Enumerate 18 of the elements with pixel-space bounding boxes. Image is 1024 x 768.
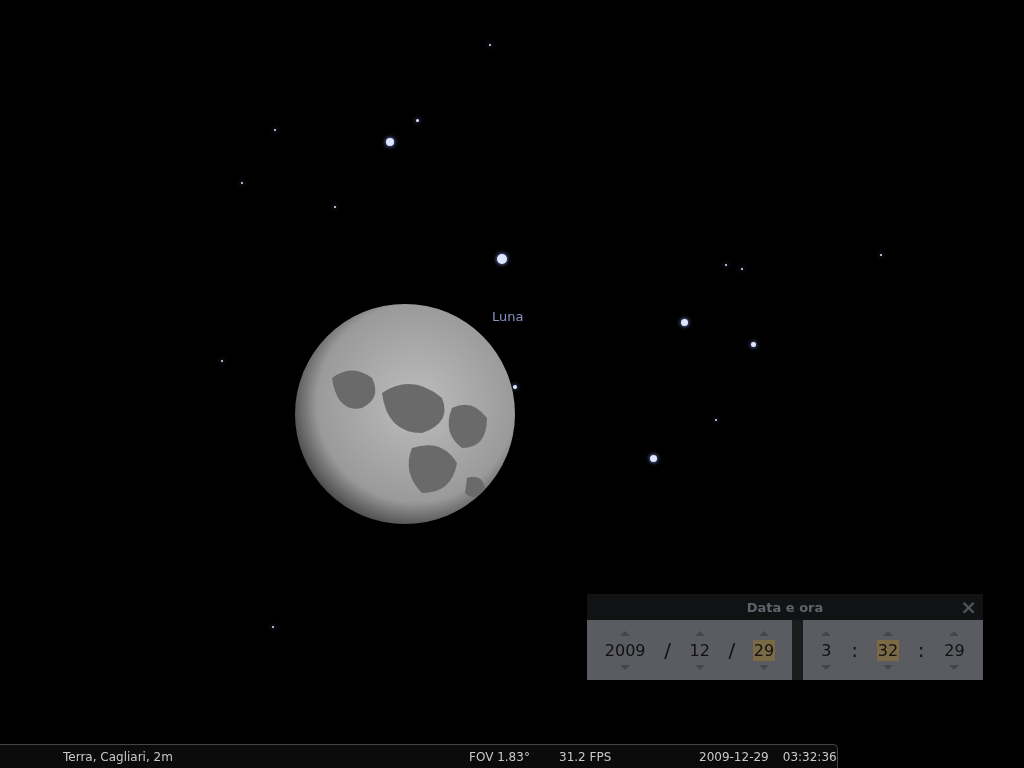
moon-label: Luna (492, 309, 524, 324)
fov-text: FOV 1.83° (469, 749, 531, 764)
separator: : (851, 638, 858, 662)
dialog-title: Data e ora (746, 599, 824, 615)
separator: / (728, 638, 736, 662)
spin-field[interactable]: 29 (752, 639, 776, 661)
separator: : (917, 638, 925, 662)
spin-field[interactable]: 12 (688, 639, 711, 661)
separator: / (664, 638, 671, 662)
spin-field[interactable]: 3 (820, 639, 833, 661)
spin-field[interactable]: 32 (876, 639, 900, 661)
date-text: 2009-12-29 (699, 749, 769, 764)
spin-field[interactable]: 2009 (603, 639, 647, 661)
location-text: Terra, Cagliari, 2m (63, 749, 174, 764)
fps-text: 31.2 FPS (559, 749, 613, 764)
time-text: 03:32:36 (782, 749, 837, 764)
spin-field[interactable]: 29 (943, 639, 966, 661)
close-button[interactable]: × (958, 596, 979, 618)
